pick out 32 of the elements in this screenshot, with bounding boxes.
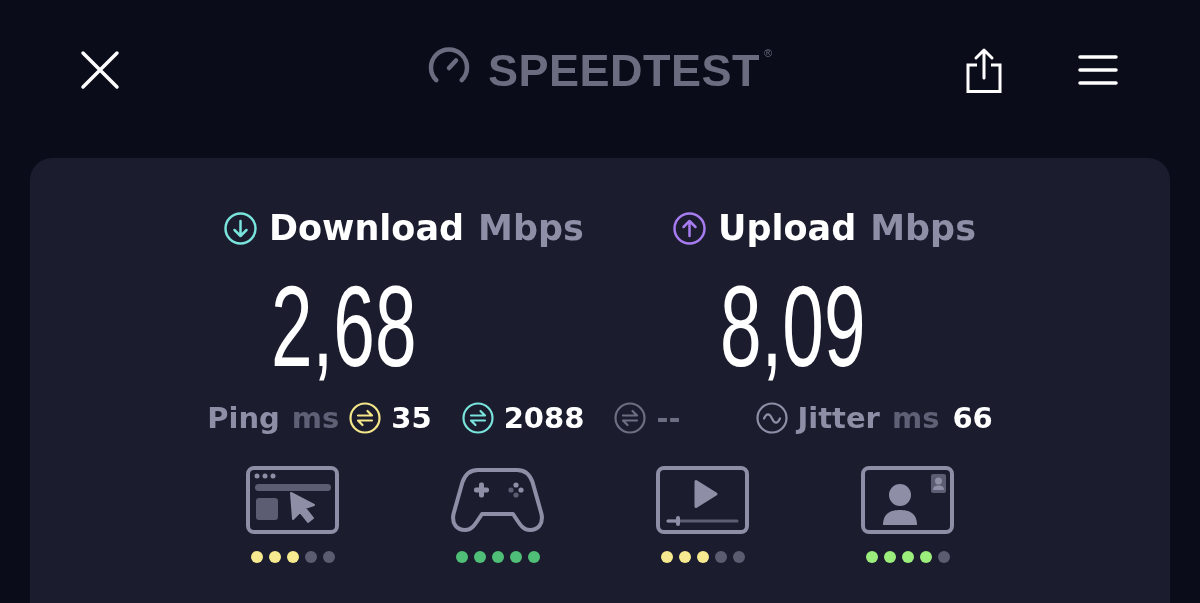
unit-label: ms (291, 400, 340, 437)
unit-label: ms (891, 400, 940, 437)
close-button[interactable] (80, 50, 120, 90)
speed-value: 2,68 (271, 261, 417, 392)
result-label: Upload (718, 208, 857, 248)
rating-dot (322, 551, 335, 563)
wave-circle-icon (756, 402, 789, 434)
ping-label: Ping (207, 400, 280, 437)
logo-text: SPEEDTEST (487, 47, 760, 93)
menu-icon (1078, 54, 1118, 86)
ping-value: 35 (391, 400, 432, 437)
video-player-icon (656, 466, 749, 534)
registered-mark: ® (763, 47, 773, 59)
jitter-value: 66 (952, 400, 993, 437)
share-button[interactable] (965, 47, 1003, 93)
rating-dot (304, 551, 317, 563)
close-icon (80, 50, 120, 90)
unit-label: Mbps (870, 208, 976, 248)
gamepad-icon (450, 466, 545, 534)
menu-button[interactable] (1078, 54, 1118, 86)
rating-dot (937, 551, 950, 563)
ping-value: -- (656, 400, 681, 437)
result-label: Download (269, 208, 465, 248)
rating-dot (714, 551, 727, 563)
share-icon (965, 47, 1003, 93)
speed-value: 8,09 (720, 261, 866, 392)
ping-value: 2088 (503, 400, 585, 437)
browser-cursor-icon (246, 466, 339, 534)
jitter-label: Jitter (797, 400, 880, 437)
unit-label: Mbps (478, 208, 584, 248)
video-call-icon (861, 466, 954, 534)
rating-dot (732, 551, 745, 563)
